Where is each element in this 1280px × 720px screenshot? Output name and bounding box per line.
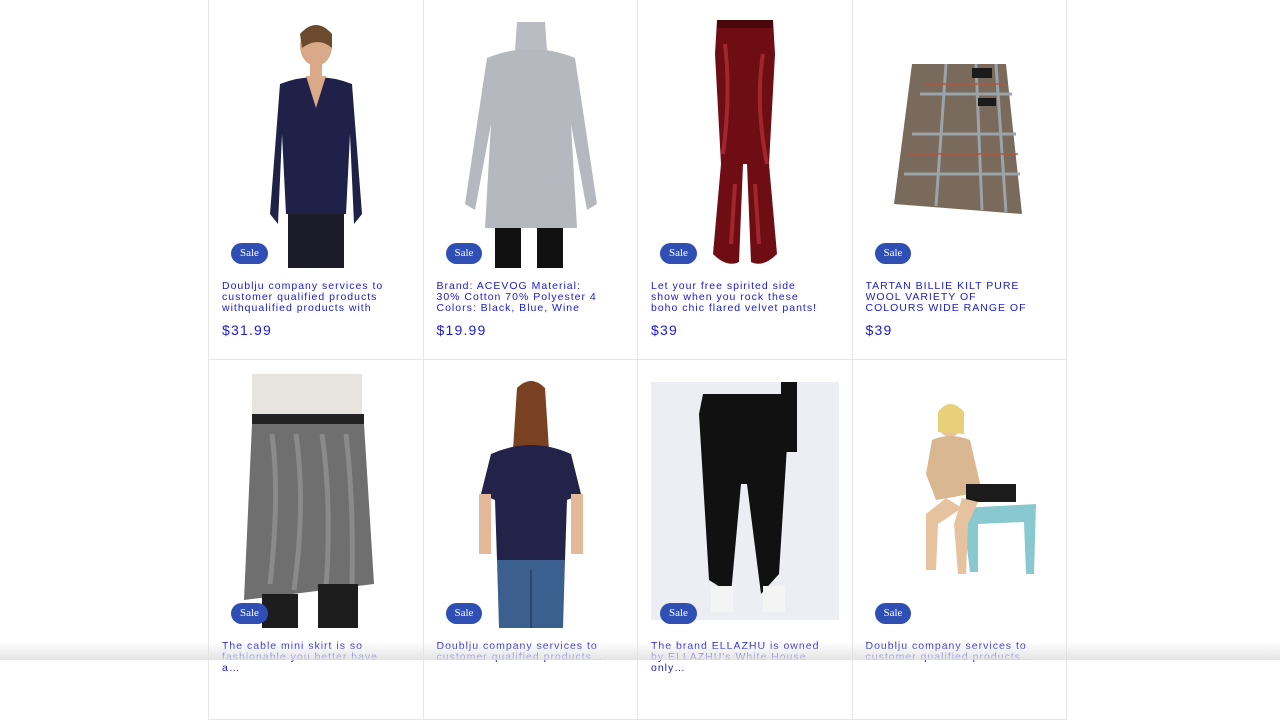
product-card[interactable]: Sale Doublju company services to custome… (852, 360, 1067, 720)
product-card[interactable]: Sale TARTAN BILLIE KILT PURE WOOL VARIET… (852, 0, 1067, 360)
product-card[interactable]: Sale Let your free spirited side show wh… (638, 0, 853, 360)
product-card[interactable]: Sale The brand ELLAZHU is owned by ELLAZ… (638, 360, 853, 720)
product-card[interactable]: Sale The cable mini skirt is so fashiona… (209, 360, 424, 720)
product-image[interactable] (866, 14, 1054, 268)
product-title[interactable]: Doublju company services to customer qua… (222, 281, 394, 314)
sale-badge: Sale (445, 603, 483, 624)
product-price: $39 (651, 322, 678, 338)
product-price: $31.99 (222, 322, 273, 338)
bottom-fade (0, 642, 1280, 660)
product-title[interactable]: Brand: ACEVOG Material: 30% Cotton 70% P… (437, 281, 609, 314)
product-image[interactable] (222, 374, 410, 628)
product-card[interactable]: Sale Brand: ACEVOG Material: 30% Cotton … (423, 0, 638, 360)
product-image[interactable] (437, 14, 625, 268)
product-card[interactable]: Sale Doublju company services to custome… (209, 0, 424, 360)
sale-badge: Sale (231, 603, 268, 624)
product-price: $39 (865, 322, 893, 338)
product-image[interactable] (866, 374, 1054, 628)
sale-badge: Sale (874, 603, 912, 624)
product-image[interactable] (437, 374, 625, 628)
product-title[interactable]: TARTAN BILLIE KILT PURE WOOL VARIETY OF … (866, 281, 1038, 314)
sale-badge: Sale (660, 603, 697, 624)
product-image[interactable] (222, 14, 410, 268)
product-image[interactable] (651, 14, 839, 268)
product-image[interactable] (651, 374, 839, 628)
product-grid: Sale Doublju company services to custome… (208, 0, 1067, 720)
product-card[interactable]: Sale Doublju company services to custome… (423, 360, 638, 720)
sale-badge: Sale (445, 243, 483, 264)
sale-badge: Sale (660, 243, 697, 264)
sale-badge: Sale (874, 243, 912, 264)
sale-badge: Sale (231, 243, 268, 264)
product-price: $19.99 (436, 322, 487, 338)
product-title[interactable]: Let your free spirited side show when yo… (651, 281, 823, 314)
